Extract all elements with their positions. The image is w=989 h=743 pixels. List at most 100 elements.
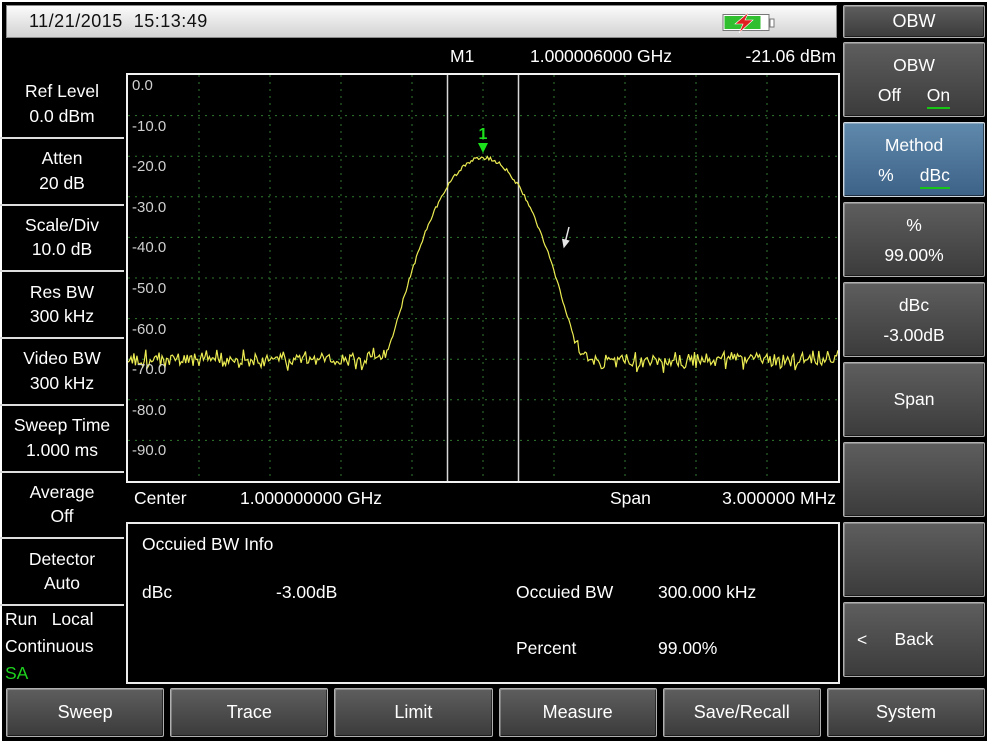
- obw-bw-value: 300.000 kHz: [658, 582, 756, 603]
- bottom-button-label: Sweep: [58, 702, 113, 723]
- option-percent[interactable]: %: [878, 165, 894, 189]
- back-chevron-icon: <: [857, 629, 867, 650]
- obw-dbc-value: -3.00dB: [276, 582, 337, 603]
- y-axis-label: -80.0: [132, 402, 166, 419]
- softkey-value: -3.00dB: [844, 325, 984, 346]
- softkey-label: Back: [895, 629, 934, 650]
- bottom-button-limit[interactable]: Limit: [334, 688, 492, 737]
- marker-name: M1: [450, 46, 474, 67]
- param-label: Sweep Time: [14, 414, 110, 438]
- marker-readout: M1 1.000006000 GHz -21.06 dBm: [128, 46, 838, 68]
- span-label: Span: [610, 488, 651, 509]
- softkey-title: %: [844, 215, 984, 236]
- marker-1-label[interactable]: 1: [479, 126, 488, 143]
- y-axis-label: -50.0: [132, 280, 166, 297]
- bottom-menu-bar: Sweep Trace Limit Measure Save/Recall System: [6, 688, 985, 737]
- y-axis-label: -30.0: [132, 199, 166, 216]
- status-bar: 11/21/2015 15:13:49: [6, 5, 837, 38]
- softkey-value: 99.00%: [844, 245, 984, 266]
- option-off[interactable]: Off: [878, 85, 901, 109]
- softkey-dbc[interactable]: dBc-3.00dB: [843, 282, 985, 357]
- param-label: Detector: [29, 548, 95, 572]
- obw-dbc-label: dBc: [142, 582, 172, 603]
- datetime-display: 11/21/2015 15:13:49: [29, 11, 208, 32]
- param-sweep-time[interactable]: Sweep Time1.000 ms: [0, 406, 124, 473]
- sweep-mode-label: Continuous: [5, 633, 125, 660]
- param-scale-div[interactable]: Scale/Div10.0 dB: [0, 206, 124, 273]
- param-label: Scale/Div: [25, 214, 99, 238]
- bottom-button-label: Trace: [227, 702, 272, 723]
- analyzer-mode-label: SA: [5, 660, 125, 687]
- run-mode-label: Run Local: [5, 606, 125, 633]
- bottom-button-label: System: [876, 702, 936, 723]
- param-value: 10.0 dB: [32, 238, 92, 262]
- y-axis-label: -20.0: [132, 158, 166, 175]
- bottom-button-label: Limit: [394, 702, 432, 723]
- obw-percent-label: Percent: [516, 638, 576, 659]
- marker-frequency: 1.000006000 GHz: [530, 46, 672, 67]
- softkey-blank-1: [843, 442, 985, 517]
- param-value: 300 kHz: [30, 372, 94, 396]
- param-video-bw[interactable]: Video BW300 kHz: [0, 339, 124, 406]
- center-value: 1.000000000 GHz: [240, 488, 382, 509]
- y-axis-label: -40.0: [132, 239, 166, 256]
- obw-percent-value: 99.00%: [658, 638, 717, 659]
- softkey-method[interactable]: Method% dBc: [843, 122, 985, 197]
- softkey-options: % dBc: [844, 165, 984, 189]
- bottom-button-measure[interactable]: Measure: [499, 688, 657, 737]
- center-label: Center: [134, 488, 187, 509]
- bottom-button-system[interactable]: System: [827, 688, 985, 737]
- option-dbc[interactable]: dBc: [920, 165, 950, 189]
- obw-info-title: Occuied BW Info: [142, 534, 273, 555]
- param-value: 0.0 dBm: [29, 105, 94, 129]
- left-parameter-panel: Ref Level0.0 dBmAtten20 dBScale/Div10.0 …: [0, 72, 124, 606]
- param-value: 300 kHz: [30, 305, 94, 329]
- bottom-button-save-recall[interactable]: Save/Recall: [663, 688, 821, 737]
- y-axis-label: 0.0: [132, 77, 153, 94]
- y-axis-label: -60.0: [132, 321, 166, 338]
- param-label: Video BW: [23, 347, 101, 371]
- softkey-span[interactable]: Span: [843, 362, 985, 437]
- softkey-options: Off On: [844, 85, 984, 109]
- battery-charging-icon: [722, 12, 778, 33]
- param-label: Atten: [42, 147, 83, 171]
- marker-1-arrow-icon: [478, 143, 488, 153]
- param-value: Off: [50, 505, 73, 529]
- y-axis-label: -90.0: [132, 442, 166, 459]
- softkey-blank-2: [843, 522, 985, 597]
- obw-bw-label: Occuied BW: [516, 582, 613, 603]
- marker-amplitude: -21.06 dBm: [746, 46, 836, 67]
- softkey-menu: OBWOffOnMethod%dBc%99.00%dBc-3.00dBSpan<…: [843, 42, 985, 677]
- softkey-title: Method: [844, 135, 984, 156]
- page-title-label: OBW: [893, 11, 936, 32]
- param-res-bw[interactable]: Res BW300 kHz: [0, 272, 124, 339]
- spectrum-analyzer-screen: 11/21/2015 15:13:49 OBW Ref Level0.0 dBm…: [0, 0, 989, 743]
- bottom-button-label: Measure: [543, 702, 613, 723]
- softkey-obw-toggle[interactable]: OBWOffOn: [843, 42, 985, 117]
- axis-info-row: Center 1.000000000 GHz Span 3.000000 MHz: [128, 488, 838, 512]
- param-ref-level[interactable]: Ref Level0.0 dBm: [0, 72, 124, 139]
- bottom-button-trace[interactable]: Trace: [170, 688, 328, 737]
- param-average[interactable]: AverageOff: [0, 473, 124, 540]
- obw-info-panel: Occuied BW Info dBc -3.00dB Occuied BW 3…: [126, 522, 840, 684]
- param-value: 1.000 ms: [26, 439, 98, 463]
- param-label: Ref Level: [25, 80, 99, 104]
- bottom-button-label: Save/Recall: [694, 702, 790, 723]
- softkey-back[interactable]: < Back: [843, 602, 985, 677]
- param-value: Auto: [44, 572, 80, 596]
- softkey-label: Span: [894, 389, 935, 410]
- param-atten[interactable]: Atten20 dB: [0, 139, 124, 206]
- option-on[interactable]: On: [927, 85, 950, 109]
- spectrum-chart[interactable]: 1 0.0 -10.0 -20.0 -30.0 -40.0 -50.0 -60.0 -70.0…: [126, 73, 840, 483]
- span-value: 3.000000 MHz: [722, 488, 836, 509]
- param-detector[interactable]: DetectorAuto: [0, 539, 124, 606]
- param-label: Average: [30, 481, 95, 505]
- spectrum-plot[interactable]: 1: [128, 75, 838, 481]
- bottom-button-sweep[interactable]: Sweep: [6, 688, 164, 737]
- page-title: OBW: [843, 5, 985, 38]
- y-axis-label: -10.0: [132, 118, 166, 135]
- softkey-percent[interactable]: % 99.00%: [843, 202, 985, 277]
- param-label: Res BW: [30, 281, 94, 305]
- y-axis-label: -70.0: [132, 361, 166, 378]
- param-value: 20 dB: [39, 172, 85, 196]
